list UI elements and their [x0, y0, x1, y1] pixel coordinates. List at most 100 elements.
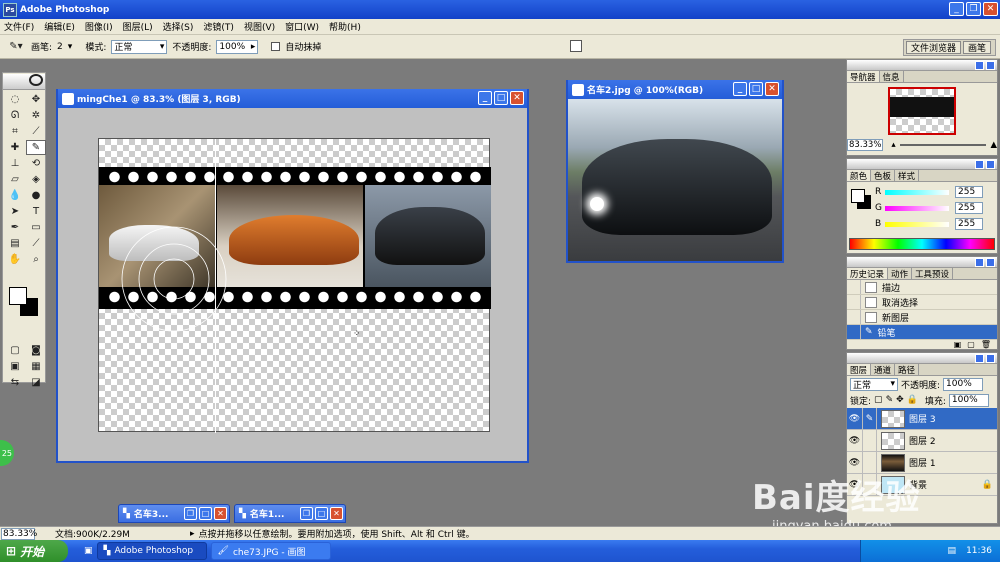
minimize-button[interactable]: _ — [949, 2, 964, 16]
menu-select[interactable]: 选择(S) — [163, 20, 194, 33]
task-paint[interactable]: 🖌 che73.JPG - 画图 — [210, 542, 331, 560]
menu-window[interactable]: 窗口(W) — [285, 20, 319, 33]
panel-close-button[interactable] — [986, 258, 995, 267]
layer-blend-mode-select[interactable]: 正常 ▾ — [850, 377, 898, 391]
screen-mode-full-icon[interactable]: ▦ — [26, 359, 46, 374]
lock-position-icon[interactable]: ✥ — [896, 395, 904, 405]
close-button[interactable]: ✕ — [330, 507, 343, 520]
zoom-in-icon[interactable]: ▲ — [990, 140, 997, 150]
auto-erase-checkbox[interactable] — [271, 42, 281, 51]
restore-button[interactable]: ❐ — [184, 507, 197, 520]
history-item[interactable]: 新图层 — [847, 310, 997, 325]
tab-paths[interactable]: 路径 — [895, 364, 920, 376]
panel-header[interactable] — [847, 159, 997, 170]
tab-tool-presets[interactable]: 工具预设 — [912, 268, 954, 280]
toolbox-header[interactable] — [3, 74, 45, 90]
jump-to-imageready-icon[interactable]: ⇆ — [5, 375, 25, 390]
pencil-tool-preset-icon[interactable]: ✎▾ — [6, 39, 26, 54]
rectangle-tool-icon[interactable]: ▭ — [26, 220, 46, 235]
notes-tool-icon[interactable]: ▤ — [5, 236, 25, 251]
dodge-tool-icon[interactable]: ● — [26, 188, 46, 203]
menu-filter[interactable]: 滤镜(T) — [203, 20, 234, 33]
canvas-area[interactable]: ⁘ — [58, 108, 527, 461]
panel-header[interactable] — [847, 257, 997, 268]
tab-info[interactable]: 信息 — [880, 71, 904, 83]
marquee-tool-icon[interactable]: ◌ — [5, 92, 25, 107]
layer-fill-field[interactable]: 100% — [948, 393, 989, 407]
standard-mode-icon[interactable]: ▢ — [5, 343, 25, 358]
red-value[interactable]: 255 — [955, 186, 983, 198]
path-selection-tool-icon[interactable]: ➤ — [5, 204, 25, 219]
menu-view[interactable]: 视图(V) — [244, 20, 275, 33]
quick-launch-icon[interactable]: ▣ — [84, 546, 93, 556]
panel-header[interactable] — [847, 353, 997, 364]
color-foreground-swatch[interactable] — [851, 189, 865, 203]
menu-layer[interactable]: 图层(L) — [123, 20, 153, 33]
start-button[interactable]: ⊞ 开始 — [0, 540, 68, 562]
blue-slider[interactable] — [885, 221, 949, 227]
zoom-tool-icon[interactable]: ⌕ — [26, 252, 46, 267]
blue-value[interactable]: 255 — [955, 218, 983, 230]
lock-image-icon[interactable]: ✎ — [886, 395, 894, 405]
minimized-window-car3[interactable]: ▚ 名车3... ❐ □ ✕ — [118, 504, 230, 523]
palette-well-icon[interactable] — [570, 40, 582, 52]
layer-row-selected[interactable]: 👁 ✎ 图层 3 — [847, 407, 997, 430]
magic-wand-tool-icon[interactable]: ✲ — [26, 108, 46, 123]
menu-edit[interactable]: 编辑(E) — [44, 20, 75, 33]
tab-navigator[interactable]: 导航器 — [847, 71, 880, 83]
healing-brush-tool-icon[interactable]: ✚ — [5, 140, 25, 155]
history-item[interactable]: 取消选择 — [847, 295, 997, 310]
zoom-slider[interactable] — [899, 144, 987, 146]
layer-row[interactable]: 👁 图层 2 — [847, 429, 997, 452]
history-brush-tool-icon[interactable]: ⟲ — [26, 156, 46, 171]
eye-icon[interactable]: 👁 — [847, 407, 863, 430]
pen-tool-icon[interactable]: ✒ — [5, 220, 25, 235]
status-arrow-icon[interactable]: ▸ — [190, 529, 195, 539]
close-button[interactable]: ✕ — [983, 2, 998, 16]
brush-picker-arrow-icon[interactable]: ▾ — [68, 42, 73, 52]
tab-file-browser[interactable]: 文件浏览器 — [905, 41, 961, 54]
second-document-title-bar[interactable]: 名车2.jpg @ 100%(RGB) _ □ ✕ — [568, 80, 782, 99]
black-car-large-photo[interactable] — [568, 99, 782, 261]
task-photoshop[interactable]: ▚ Adobe Photoshop — [96, 542, 207, 560]
mode-select[interactable]: 正常 ▾ — [111, 39, 168, 54]
panel-close-button[interactable] — [986, 61, 995, 70]
restore-button[interactable]: ❐ — [966, 2, 981, 16]
minimized-window-car1[interactable]: ▚ 名车1... ❐ □ ✕ — [234, 504, 346, 523]
doc-close-button[interactable]: ✕ — [510, 91, 524, 105]
tab-layers[interactable]: 图层 — [847, 364, 872, 376]
adobe-online-icon[interactable] — [29, 74, 43, 86]
clock[interactable]: 11:36 — [966, 546, 992, 556]
maximize-button[interactable]: □ — [315, 507, 328, 520]
doc-minimize-button[interactable]: _ — [478, 91, 492, 105]
green-value[interactable]: 255 — [955, 202, 983, 214]
type-tool-icon[interactable]: T — [26, 204, 46, 219]
slice-tool-icon[interactable]: ⟋ — [26, 124, 46, 139]
tab-actions[interactable]: 动作 — [888, 268, 913, 280]
menu-file[interactable]: 文件(F) — [4, 20, 34, 33]
tab-history[interactable]: 历史记录 — [847, 268, 889, 280]
panel-close-button[interactable] — [986, 354, 995, 363]
eye-icon[interactable]: 👁 — [847, 429, 863, 452]
doc2-minimize-button[interactable]: _ — [733, 82, 747, 96]
panel-minimize-button[interactable] — [975, 61, 984, 70]
history-item-selected[interactable]: ✎ 铅笔 — [847, 325, 997, 340]
menu-help[interactable]: 帮助(H) — [329, 20, 361, 33]
tray-icon[interactable]: ▤ — [948, 546, 957, 556]
lock-all-icon[interactable]: 🔒 — [907, 395, 918, 405]
green-slider[interactable] — [885, 205, 949, 211]
color-spectrum-bar[interactable] — [849, 238, 995, 250]
zoom-out-icon[interactable]: ▴ — [891, 140, 895, 150]
new-document-icon[interactable]: ▢ — [967, 340, 975, 350]
new-snapshot-icon[interactable]: ▣ — [954, 340, 962, 350]
document-title-bar[interactable]: mingChe1 @ 83.3% (图层 3, RGB) _ □ ✕ — [58, 89, 527, 108]
doc2-close-button[interactable]: ✕ — [765, 82, 779, 96]
canvas[interactable]: ⁘ — [98, 138, 491, 433]
move-tool-icon[interactable]: ✥ — [26, 92, 46, 107]
tab-styles[interactable]: 样式 — [895, 170, 920, 182]
restore-button[interactable]: ❐ — [300, 507, 313, 520]
maximize-button[interactable]: □ — [199, 507, 212, 520]
tab-channels[interactable]: 通道 — [871, 364, 896, 376]
navigator-preview[interactable] — [888, 87, 956, 135]
trash-icon[interactable]: 🗑 — [981, 340, 991, 350]
